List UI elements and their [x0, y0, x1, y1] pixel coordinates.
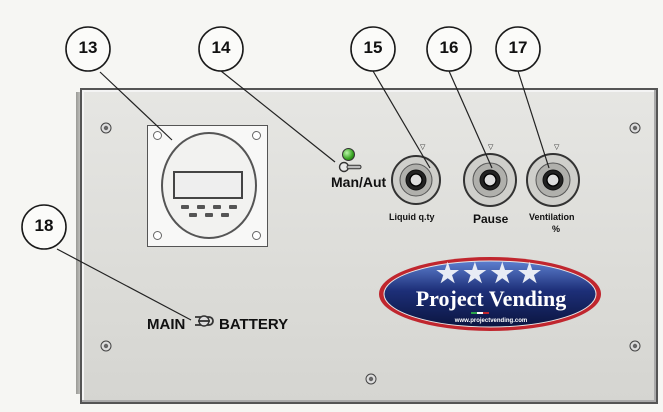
callout-13: 13 [78, 38, 98, 57]
plate-hole [252, 231, 261, 240]
timer-key[interactable] [205, 213, 213, 217]
toggle-switch-icon[interactable] [338, 160, 364, 174]
plate-hole [252, 131, 261, 140]
ventilation-label: Ventilation [529, 212, 575, 222]
svg-text:▽: ▽ [554, 144, 560, 151]
callout-17: 17 [508, 38, 528, 57]
logo-stars: ★★★★ [436, 258, 546, 288]
main-label: MAIN [147, 316, 186, 333]
svg-text:▽: ▽ [420, 144, 426, 151]
screw-icon [100, 340, 112, 352]
ventilation-unit: % [552, 224, 561, 234]
timer-key[interactable] [197, 205, 205, 209]
screw-icon [629, 340, 641, 352]
callout-16: 16 [439, 38, 459, 57]
timer-display [173, 171, 243, 199]
man-aut-label: Man/Aut [331, 174, 387, 190]
svg-text:▽: ▽ [488, 144, 494, 151]
battery-label: BATTERY [219, 316, 289, 333]
callout-15: 15 [363, 38, 383, 57]
screw-icon [629, 122, 641, 134]
callout-14: 14 [211, 38, 231, 57]
knob-icon[interactable]: ▽ [390, 142, 442, 208]
timer-key[interactable] [229, 205, 237, 209]
timer-key[interactable] [181, 205, 189, 209]
battery-switch-icon[interactable] [192, 312, 216, 330]
timer-key[interactable] [189, 213, 197, 217]
logo-url: www.projectvending.com [454, 318, 528, 324]
pause-label: Pause [473, 212, 509, 226]
logo-title: Project Vending [415, 286, 567, 311]
plate-hole [153, 131, 162, 140]
knob-icon[interactable]: ▽ [460, 142, 522, 208]
liquid-qty-label: Liquid q.ty [389, 212, 435, 222]
callout-18: 18 [34, 216, 54, 235]
timer-key[interactable] [221, 213, 229, 217]
screw-icon [365, 373, 377, 385]
knob-icon[interactable]: ▽ [523, 142, 583, 208]
screw-icon [100, 122, 112, 134]
timer-key[interactable] [213, 205, 221, 209]
plate-hole [153, 231, 162, 240]
